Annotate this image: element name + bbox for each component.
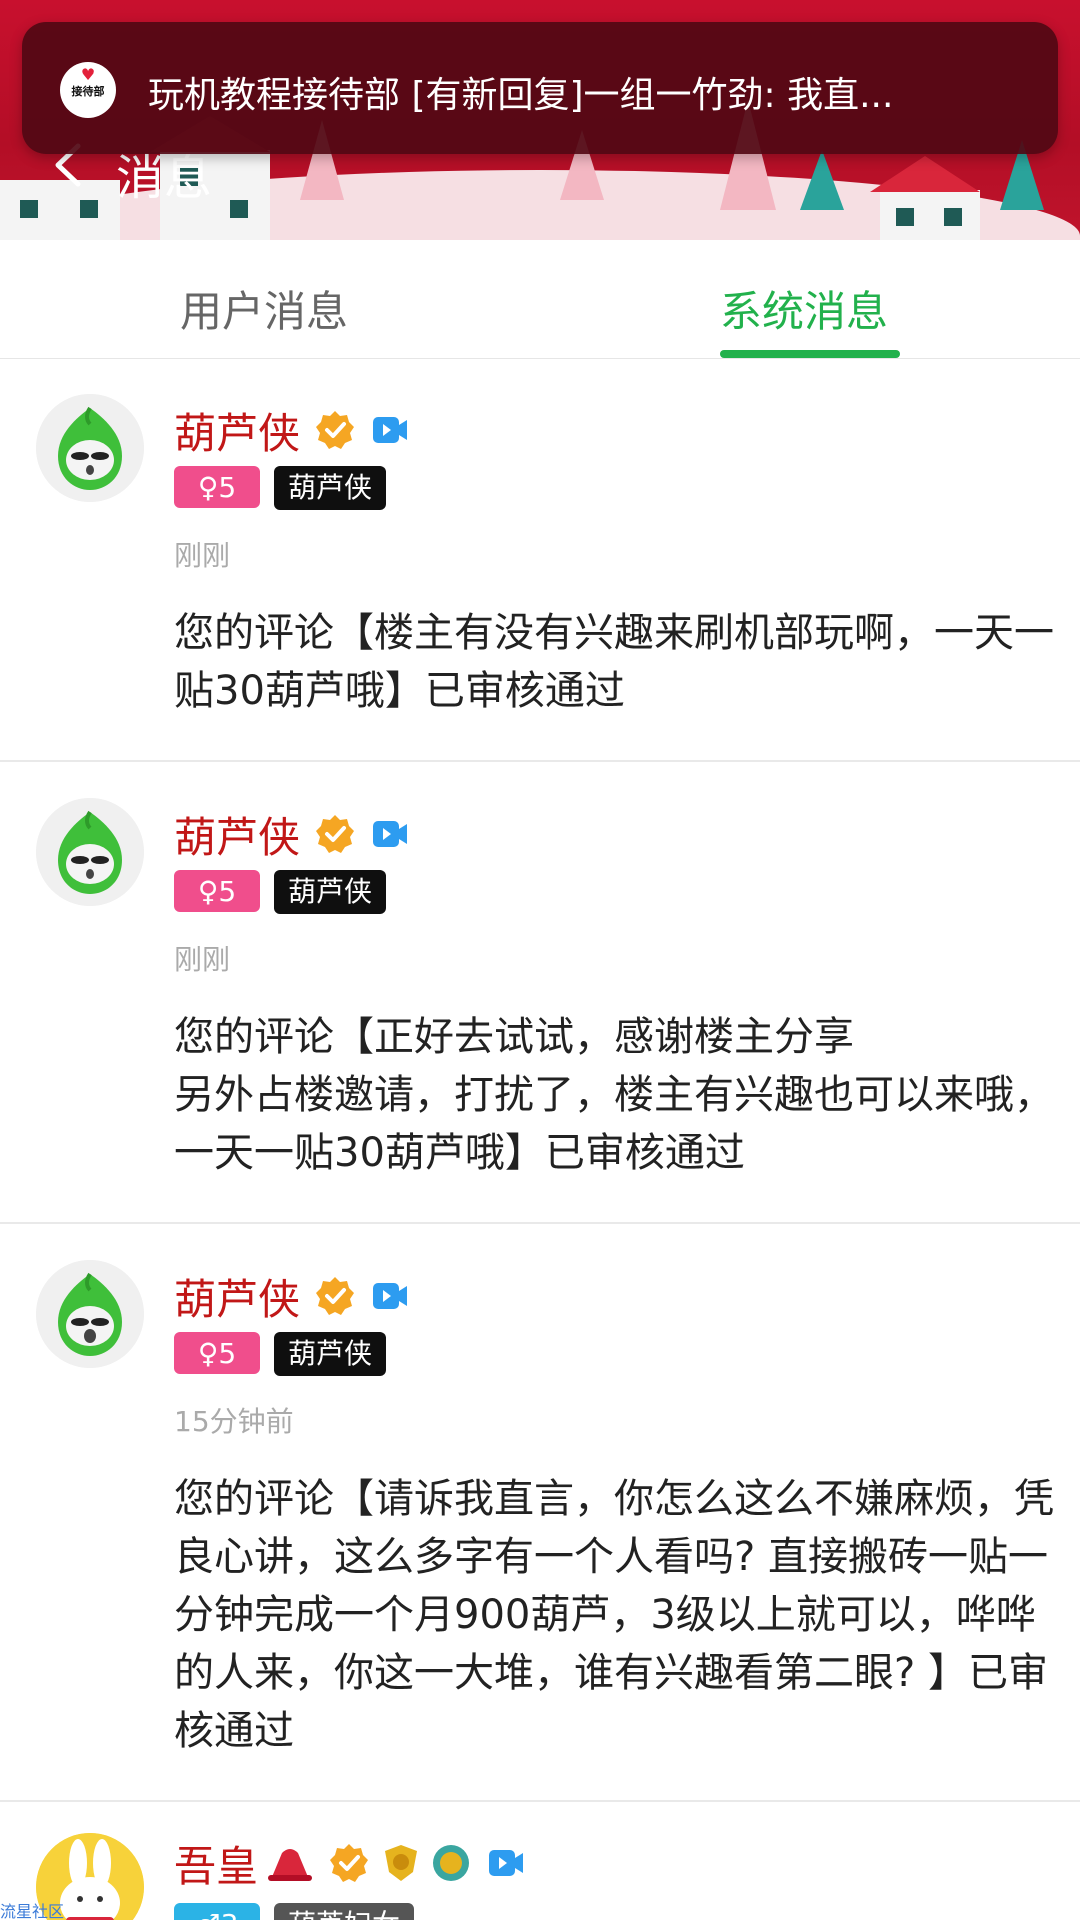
header-banner: 消息 ♥ 接待部 玩机教程接待部 [有新回复]一组一竹劲: 我直... xyxy=(0,0,1080,240)
message-list: 葫芦侠 ♀5 葫芦侠 刚刚 您的评论【楼主有没有兴趣来刷机部玩啊，一天一贴30葫… xyxy=(0,358,1080,1802)
tab-bar: 用户消息 系统消息 xyxy=(0,240,1080,359)
timestamp: 刚刚 xyxy=(174,943,231,976)
badge-row: ♀5 葫芦侠 xyxy=(174,1332,387,1376)
heart-icon: ♥ xyxy=(80,65,96,84)
username[interactable]: 葫芦侠 xyxy=(174,804,300,865)
name-row: 葫芦侠 xyxy=(174,806,408,862)
list-item[interactable]: 葫芦侠 ♀5 葫芦侠 15分钟前 您的评论【请诉我直言，你怎么这么不嫌麻烦，凭良… xyxy=(0,1224,1080,1802)
name-row: 吾皇 xyxy=(174,1835,524,1891)
username[interactable]: 葫芦侠 xyxy=(174,400,300,461)
shield-badge-icon xyxy=(433,1845,470,1881)
app-logo: ♥ 接待部 xyxy=(60,62,116,118)
video-badge-icon xyxy=(373,821,408,847)
title-tag: 葫芦妇女 xyxy=(274,1903,415,1920)
name-row: 葫芦侠 xyxy=(174,402,408,458)
notification-toast[interactable]: ♥ 接待部 玩机教程接待部 [有新回复]一组一竹劲: 我直... xyxy=(22,22,1058,154)
medal-badge-icon xyxy=(385,1845,418,1881)
timestamp: 15分钟前 xyxy=(174,1405,294,1438)
video-badge-icon xyxy=(373,417,408,443)
title-tag: 葫芦侠 xyxy=(274,1332,387,1376)
watermark-text: 流星社区 xyxy=(0,1902,65,1921)
level-badge: ♀5 xyxy=(174,466,260,508)
avatar[interactable] xyxy=(36,1260,144,1368)
video-badge-icon xyxy=(373,1283,408,1309)
verified-badge-icon xyxy=(316,411,355,449)
list-item[interactable]: 葫芦侠 ♀5 葫芦侠 刚刚 您的评论【正好去试试，感谢楼主分享 另外占楼邀请，打… xyxy=(0,762,1080,1224)
tree-decoration xyxy=(800,150,844,210)
list-item[interactable]: 吾皇 ♂3 葫芦妇女 xyxy=(0,1795,1080,1920)
verified-badge-icon xyxy=(330,1844,369,1882)
video-badge-icon xyxy=(489,1850,524,1876)
logo-label: 接待部 xyxy=(71,85,105,98)
title-tag: 葫芦侠 xyxy=(274,870,387,914)
badge-row: ♀5 葫芦侠 xyxy=(174,870,387,914)
notification-text: 玩机教程接待部 [有新回复]一组一竹劲: 我直... xyxy=(148,75,894,116)
house-decoration xyxy=(0,180,120,240)
active-tab-indicator xyxy=(720,350,900,358)
timestamp: 刚刚 xyxy=(174,539,231,572)
house-decoration xyxy=(870,156,980,240)
badge-row: ♂3 葫芦妇女 xyxy=(174,1903,415,1920)
title-tag: 葫芦侠 xyxy=(274,466,387,510)
list-item[interactable]: 葫芦侠 ♀5 葫芦侠 刚刚 您的评论【楼主有没有兴趣来刷机部玩啊，一天一贴30葫… xyxy=(0,358,1080,762)
verified-badge-icon xyxy=(316,815,355,853)
username[interactable]: 吾皇 xyxy=(174,1833,258,1894)
tab-system-messages[interactable]: 系统消息 xyxy=(720,278,888,339)
verified-badge-icon xyxy=(316,1277,355,1315)
level-badge: ♀5 xyxy=(174,1332,260,1374)
name-row: 葫芦侠 xyxy=(174,1268,408,1324)
gourd-avatar-icon xyxy=(36,798,144,906)
badge-row: ♀5 葫芦侠 xyxy=(174,466,387,510)
gourd-avatar-icon xyxy=(36,394,144,502)
avatar[interactable] xyxy=(36,394,144,502)
username[interactable]: 葫芦侠 xyxy=(174,1266,300,1327)
level-badge: ♂3 xyxy=(174,1903,260,1920)
avatar[interactable] xyxy=(36,798,144,906)
hat-badge-icon xyxy=(268,1849,313,1881)
tab-user-messages[interactable]: 用户消息 xyxy=(180,278,348,339)
gourd-avatar-icon xyxy=(36,1260,144,1368)
level-badge: ♀5 xyxy=(174,870,260,912)
